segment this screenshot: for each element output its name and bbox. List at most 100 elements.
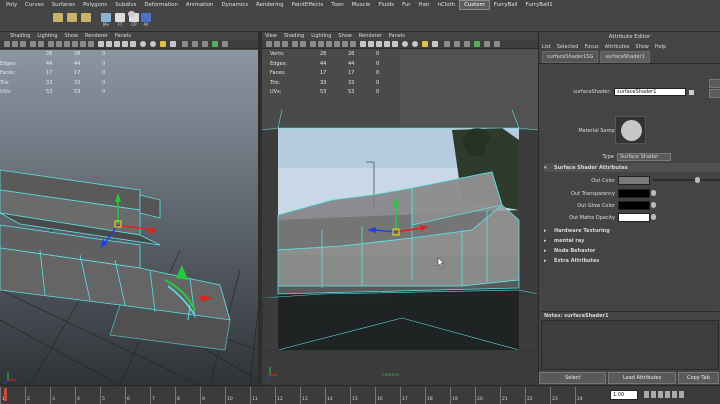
- out-matte-opacity-slider-knob[interactable]: [651, 214, 656, 220]
- all-icon[interactable]: All: [140, 13, 152, 27]
- bookmark-icon[interactable]: [20, 41, 26, 47]
- time-slider[interactable]: 1 2 3 4 5 6 7 8 9 10 11 12 13 14 15 16 1…: [0, 385, 720, 404]
- wireframe-on-shaded-icon[interactable]: [114, 41, 120, 47]
- resolution-gate-icon[interactable]: [56, 41, 62, 47]
- hud-icon[interactable]: [222, 41, 228, 47]
- shelf-tab-fur[interactable]: Fur: [398, 1, 414, 9]
- tab-surfaceshader1sg[interactable]: surfaceShader1SG: [542, 51, 599, 63]
- shelf-tab-fluids[interactable]: Fluids: [374, 1, 398, 9]
- isolate-select-icon[interactable]: [182, 41, 188, 47]
- left-menu-shading[interactable]: Shading: [10, 33, 30, 39]
- left-viewport-scene[interactable]: [0, 50, 258, 385]
- shelf-tab-poly[interactable]: Poly: [2, 1, 21, 9]
- hud-icon[interactable]: [484, 41, 490, 47]
- cube-icon[interactable]: [52, 13, 64, 27]
- bookmark-icon[interactable]: [282, 41, 288, 47]
- x-ray-icon[interactable]: [454, 41, 460, 47]
- image-plane-icon[interactable]: [30, 41, 36, 47]
- shelf-tab-dynamics[interactable]: Dynamics: [217, 1, 252, 9]
- right-viewport-scene[interactable]: [262, 50, 538, 385]
- shadows-icon[interactable]: [140, 41, 146, 47]
- file-icon[interactable]: Me: [100, 13, 112, 27]
- backface-icon[interactable]: [474, 41, 480, 47]
- left-menu-renderer[interactable]: Renderer: [85, 33, 108, 39]
- out-color-swatch[interactable]: [618, 176, 650, 185]
- shelf-tab-muscle[interactable]: Muscle: [348, 1, 375, 9]
- shelf-tab-surfaces[interactable]: Surfaces: [48, 1, 79, 9]
- x-ray-icon[interactable]: [192, 41, 198, 47]
- isolate-select-icon[interactable]: [444, 41, 450, 47]
- safe-action-icon[interactable]: [342, 41, 348, 47]
- section-mental-ray[interactable]: ▸ mental ray: [544, 236, 720, 245]
- safe-title-icon[interactable]: [350, 41, 356, 47]
- right-menu-shading[interactable]: Shading: [284, 33, 304, 39]
- shelf-tab-animation[interactable]: Animation: [182, 1, 217, 9]
- shelf-tab-furryball1[interactable]: FurryBall1: [522, 1, 557, 9]
- field-chart-icon[interactable]: [72, 41, 78, 47]
- shelf-tab-rendering[interactable]: Rendering: [252, 1, 288, 9]
- tab-surfaceshader1[interactable]: surfaceShader1: [600, 51, 650, 63]
- ae-menu-attributes[interactable]: Attributes: [605, 44, 630, 50]
- out-matte-opacity-swatch[interactable]: [618, 213, 650, 222]
- grid-icon[interactable]: [300, 41, 306, 47]
- play-backwards-icon[interactable]: [658, 391, 663, 398]
- out-color-slider-knob[interactable]: [695, 177, 700, 183]
- section-hardware-texturing[interactable]: ▸ Hardware Texturing: [544, 226, 720, 235]
- pattern-icon[interactable]: [80, 13, 92, 27]
- shelf-tab-deformation[interactable]: Deformation: [140, 1, 182, 9]
- shelf-tab-hair[interactable]: Hair: [415, 1, 434, 9]
- node-name-field[interactable]: [614, 88, 686, 96]
- gate-mask-icon[interactable]: [326, 41, 332, 47]
- panel-layout-icon[interactable]: [494, 41, 500, 47]
- use-all-lights-icon[interactable]: [392, 41, 398, 47]
- camera-icon[interactable]: [125, 11, 137, 25]
- screen-space-ao-icon[interactable]: [150, 41, 156, 47]
- select-camera-icon[interactable]: [4, 41, 10, 47]
- copy-tab-button[interactable]: Copy Tab: [677, 372, 720, 384]
- left-menu-show[interactable]: Show: [65, 33, 79, 39]
- right-menu-renderer[interactable]: Renderer: [359, 33, 382, 39]
- multisample-icon[interactable]: [170, 41, 176, 47]
- load-attributes-button[interactable]: Load Attributes: [608, 372, 676, 384]
- out-transparency-slider-knob[interactable]: [651, 190, 656, 196]
- grid-icon[interactable]: [38, 41, 44, 47]
- ae-menu-help[interactable]: Help: [655, 44, 666, 50]
- section-extra-attributes[interactable]: ▸ Extra Attributes: [544, 256, 720, 265]
- section-node-behavior[interactable]: ▸ Node Behavior: [544, 246, 720, 255]
- out-color-slider[interactable]: [653, 179, 720, 181]
- out-glow-color-slider-knob[interactable]: [651, 202, 656, 208]
- presets-button[interactable]: [709, 89, 720, 98]
- textured-icon[interactable]: [384, 41, 390, 47]
- film-gate-icon[interactable]: [310, 41, 316, 47]
- shelf-tab-toon[interactable]: Toon: [327, 1, 347, 9]
- shelf-tab-subdivs[interactable]: Subdivs: [111, 1, 140, 9]
- shadows-icon[interactable]: [402, 41, 408, 47]
- left-menu-panels[interactable]: Panels: [115, 33, 131, 39]
- out-glow-color-swatch[interactable]: [618, 201, 650, 210]
- motion-blur-icon[interactable]: [422, 41, 428, 47]
- x-ray-joints-icon[interactable]: [202, 41, 208, 47]
- right-menu-lighting[interactable]: Lighting: [311, 33, 331, 39]
- right-menu-show[interactable]: Show: [338, 33, 352, 39]
- shelf-tab-custom[interactable]: Custom: [459, 0, 490, 10]
- right-menu-view[interactable]: View: [265, 33, 277, 39]
- focus-button[interactable]: [709, 79, 720, 88]
- texture-icon[interactable]: [66, 13, 78, 27]
- safe-title-icon[interactable]: [88, 41, 94, 47]
- select-button[interactable]: Select: [539, 372, 607, 384]
- play-forwards-icon[interactable]: [665, 391, 670, 398]
- camera-attributes-icon[interactable]: [274, 41, 280, 47]
- step-forward-icon[interactable]: [672, 391, 677, 398]
- x-ray-joints-icon[interactable]: [464, 41, 470, 47]
- textured-icon[interactable]: [122, 41, 128, 47]
- type-dropdown[interactable]: Surface Shader: [617, 153, 671, 161]
- select-camera-icon[interactable]: [266, 41, 272, 47]
- camera-attributes-icon[interactable]: [12, 41, 18, 47]
- left-menu-lighting[interactable]: Lighting: [37, 33, 57, 39]
- image-plane-icon[interactable]: [292, 41, 298, 47]
- multisample-icon[interactable]: [432, 41, 438, 47]
- shelf-tab-ncloth[interactable]: nCloth: [434, 1, 460, 9]
- shelf-tab-polygons[interactable]: Polygons: [79, 1, 111, 9]
- input-connection-icon[interactable]: [689, 89, 694, 95]
- ae-menu-selected[interactable]: Selected: [557, 44, 579, 50]
